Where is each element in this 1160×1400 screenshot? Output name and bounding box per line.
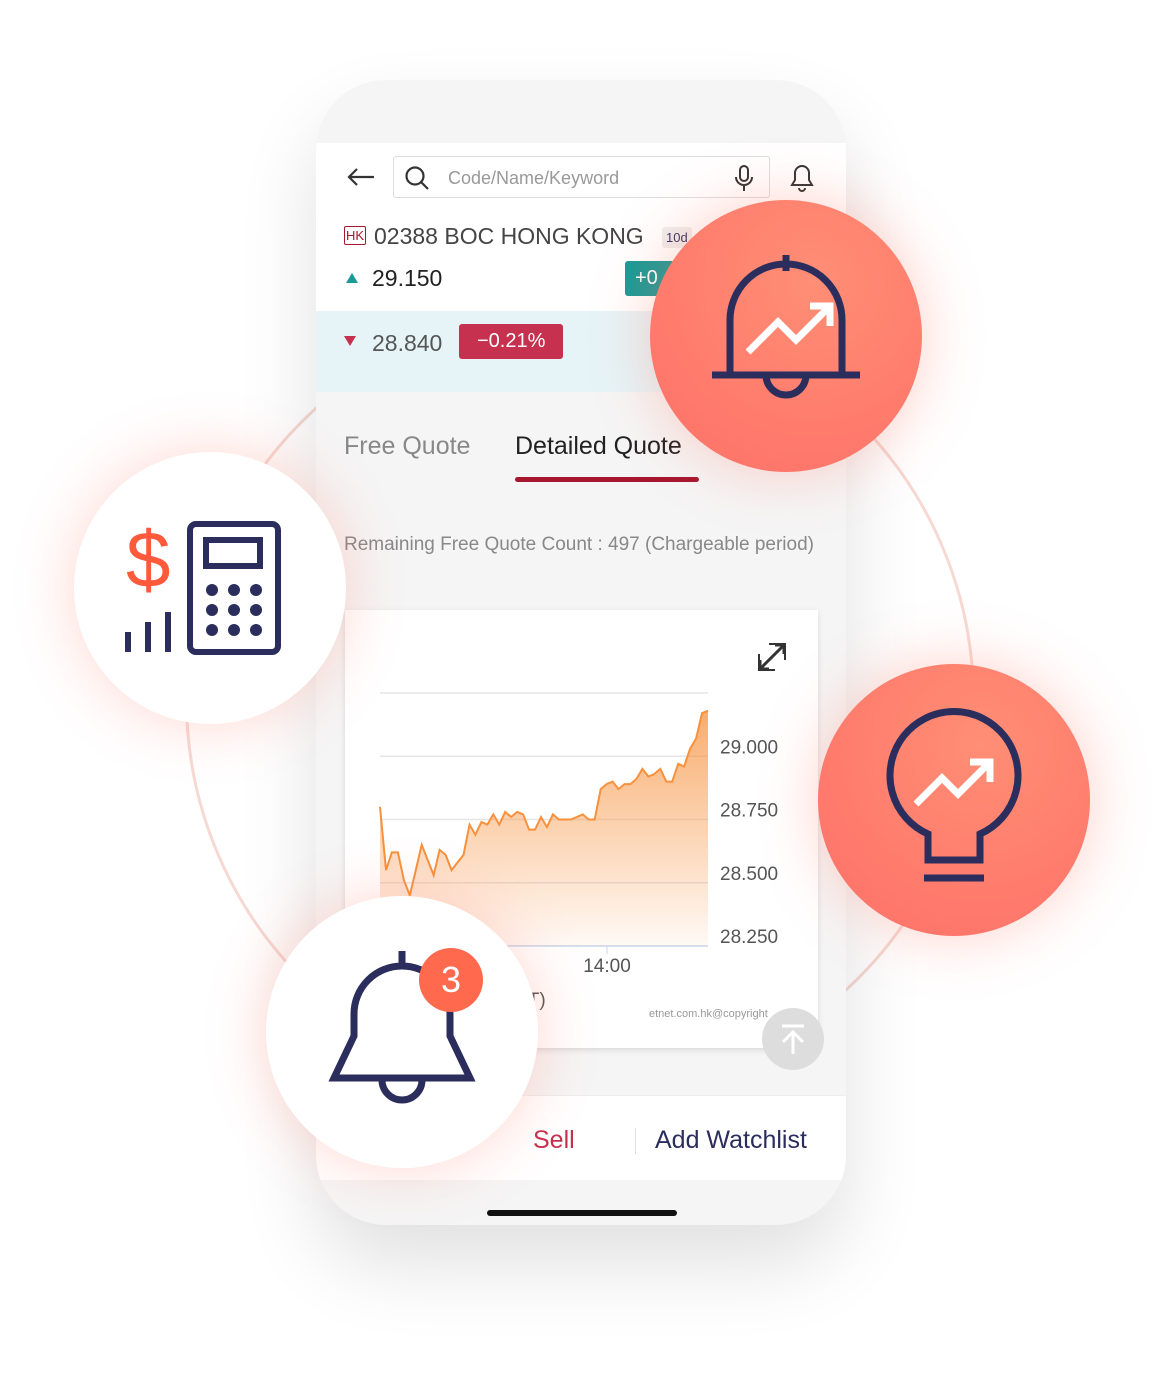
calculator-dollar-icon: $: [125, 515, 281, 655]
up-triangle-icon: [346, 273, 358, 283]
microphone-icon[interactable]: [734, 165, 754, 193]
lightbulb-trend-icon: [886, 708, 1022, 882]
search-icon: [405, 166, 429, 190]
stock-name: 02388 BOC HONG KONG: [374, 223, 644, 249]
x-tick-label: 14:00: [583, 956, 631, 977]
y-tick-label: 29.000: [720, 737, 778, 758]
remaining-quote-text: Remaining Free Quote Count : 497 (Charge…: [344, 534, 814, 555]
y-tick-label: 28.500: [720, 864, 778, 885]
back-arrow-icon[interactable]: [346, 167, 376, 187]
notification-count-badge: 3: [419, 948, 483, 1012]
divider: [635, 1128, 636, 1154]
down-triangle-icon: [344, 336, 356, 346]
bell-trend-icon: [712, 255, 860, 399]
previous-change-badge: −0.21%: [459, 324, 564, 359]
price-alert-circle: [650, 200, 922, 472]
copyright-text: etnet.com.hk@copyright: [649, 1008, 768, 1020]
search-placeholder: Code/Name/Keyword: [448, 168, 620, 188]
y-tick-label: 28.750: [720, 801, 778, 822]
notification-circle: 3: [266, 896, 538, 1168]
tab-free-quote[interactable]: Free Quote: [344, 432, 470, 461]
svg-text:$: $: [126, 515, 171, 604]
previous-price: 28.840: [372, 330, 443, 356]
sell-button[interactable]: Sell: [533, 1126, 575, 1155]
bell-icon[interactable]: [788, 161, 816, 193]
search-input[interactable]: Code/Name/Keyword: [393, 156, 770, 198]
home-indicator: [487, 1210, 677, 1216]
calculator-circle: $: [74, 452, 346, 724]
arrow-up-icon: [781, 1024, 805, 1054]
market-badge: HK: [344, 226, 367, 245]
add-watchlist-button[interactable]: Add Watchlist: [655, 1126, 807, 1155]
active-tab-indicator: [515, 477, 699, 482]
current-price: 29.150: [372, 265, 443, 291]
scroll-top-button[interactable]: [762, 1008, 824, 1070]
insight-circle: [818, 664, 1090, 936]
y-tick-label: 28.250: [720, 927, 778, 948]
bell-icon: [328, 951, 476, 1104]
